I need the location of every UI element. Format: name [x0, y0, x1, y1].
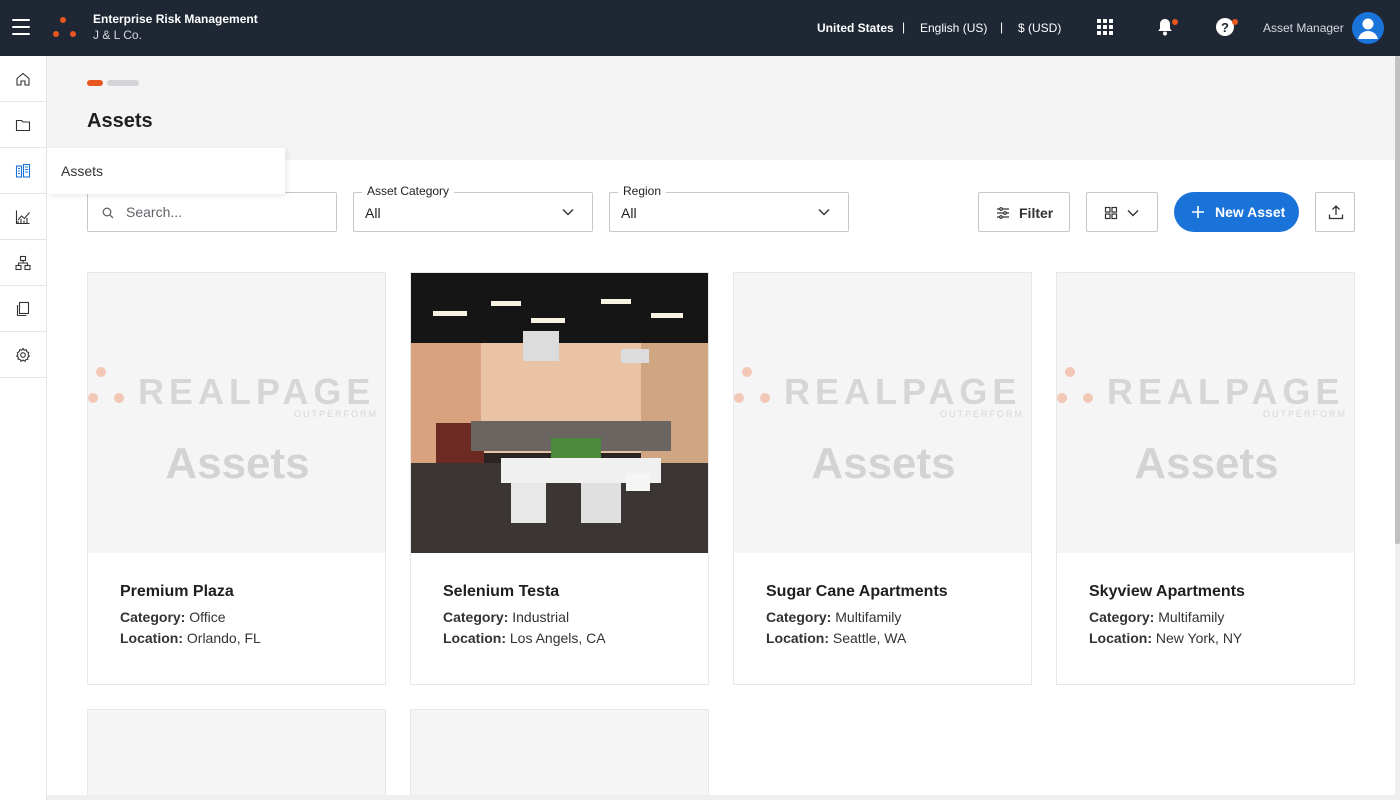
realpage-logo-icon: REALPAGE OUTPERFORM: [734, 367, 1031, 427]
chevron-down-icon: [818, 209, 830, 216]
user-role[interactable]: Asset Manager: [1263, 21, 1344, 35]
nav-folder-icon[interactable]: [0, 102, 46, 148]
region-value: All: [621, 205, 637, 221]
asset-placeholder-image: REALPAGE OUTPERFORM Assets: [1057, 273, 1354, 553]
nav-assets-icon[interactable]: [0, 148, 46, 194]
realpage-logo-icon: REALPAGE OUTPERFORM: [88, 367, 385, 427]
region-label: Region: [618, 184, 667, 198]
nav-hierarchy-icon[interactable]: [0, 240, 46, 286]
asset-category: Category: Industrial: [443, 609, 570, 625]
export-button[interactable]: [1315, 192, 1355, 232]
chevron-down-icon: [562, 209, 574, 216]
asset-category: Category: Multifamily: [766, 609, 902, 625]
asset-category-select[interactable]: Asset Category All: [353, 184, 593, 232]
asset-card[interactable]: REALPAGE OUTPERFORM Assets Sugar Cane Ap…: [733, 272, 1032, 685]
asset-category-label: Asset Category: [362, 184, 455, 198]
company-logo-icon[interactable]: [53, 17, 79, 39]
asset-card[interactable]: REALPAGE OUTPERFORM Assets Skyview Apart…: [1056, 272, 1355, 685]
asset-placeholder-image: REALPAGE OUTPERFORM Assets: [88, 273, 385, 553]
asset-location: Location: New York, NY: [1089, 630, 1243, 646]
page-header: Assets: [47, 56, 1395, 160]
nav-settings-icon[interactable]: [0, 332, 46, 378]
upload-icon: [1328, 205, 1344, 220]
apps-grid-icon[interactable]: [1095, 17, 1117, 39]
asset-category: Category: Multifamily: [1089, 609, 1225, 625]
office-photo-image: [411, 273, 708, 553]
page-bottom-edge: [47, 795, 1395, 800]
nav-tooltip: Assets: [47, 148, 285, 194]
asset-name[interactable]: Sugar Cane Apartments: [766, 583, 1016, 601]
currency-selector[interactable]: $ (USD): [1018, 21, 1061, 35]
filter-button[interactable]: Filter: [978, 192, 1070, 232]
asset-location: Location: Seattle, WA: [766, 630, 907, 646]
filter-sliders-icon: [997, 207, 1009, 219]
notification-dot: [1172, 19, 1178, 25]
help-dot: [1232, 19, 1238, 25]
app-title: Enterprise Risk Management: [93, 12, 258, 26]
asset-card-partial[interactable]: [87, 709, 386, 800]
breadcrumb-placeholder: [107, 80, 139, 86]
separator: |: [1000, 20, 1004, 34]
search-input[interactable]: [126, 202, 326, 222]
breadcrumb-active[interactable]: [87, 80, 103, 86]
svg-text:?: ?: [1221, 20, 1229, 35]
asset-name[interactable]: Premium Plaza: [120, 583, 370, 601]
top-bar: Enterprise Risk Management J & L Co. Uni…: [0, 0, 1400, 56]
new-asset-label: New Asset: [1215, 204, 1286, 220]
view-toggle-button[interactable]: [1086, 192, 1158, 232]
asset-category-value: All: [365, 205, 381, 221]
asset-card-partial[interactable]: [410, 709, 709, 800]
side-nav: [0, 56, 47, 800]
hamburger-menu-icon[interactable]: [12, 19, 30, 35]
search-box[interactable]: [87, 192, 337, 232]
new-asset-button[interactable]: New Asset: [1174, 192, 1299, 232]
separator: |: [902, 20, 906, 34]
user-avatar-icon[interactable]: [1352, 12, 1384, 44]
scrollbar-thumb[interactable]: [1395, 56, 1400, 544]
language-selector[interactable]: English (US): [920, 21, 987, 35]
asset-name[interactable]: Skyview Apartments: [1089, 583, 1339, 601]
realpage-logo-icon: REALPAGE OUTPERFORM: [1057, 367, 1354, 427]
grid-view-icon: [1104, 206, 1118, 220]
filter-label: Filter: [1019, 205, 1054, 221]
country-selector[interactable]: United States: [817, 21, 894, 35]
asset-location: Location: Los Angels, CA: [443, 630, 606, 646]
nav-documents-icon[interactable]: [0, 286, 46, 332]
search-icon: [102, 207, 114, 219]
asset-card[interactable]: Selenium Testa Category: Industrial Loca…: [410, 272, 709, 685]
nav-home-icon[interactable]: [0, 56, 46, 102]
page-title: Assets: [87, 110, 153, 132]
asset-photo: [411, 273, 708, 553]
company-name: J & L Co.: [93, 28, 142, 42]
asset-category: Category: Office: [120, 609, 226, 625]
asset-name[interactable]: Selenium Testa: [443, 583, 693, 601]
nav-chart-icon[interactable]: [0, 194, 46, 240]
chevron-down-icon: [1127, 210, 1139, 217]
asset-placeholder-image: REALPAGE OUTPERFORM Assets: [734, 273, 1031, 553]
asset-card[interactable]: REALPAGE OUTPERFORM Assets Premium Plaza…: [87, 272, 386, 685]
asset-location: Location: Orlando, FL: [120, 630, 261, 646]
region-select[interactable]: Region All: [609, 184, 849, 232]
plus-icon: [1192, 206, 1204, 218]
